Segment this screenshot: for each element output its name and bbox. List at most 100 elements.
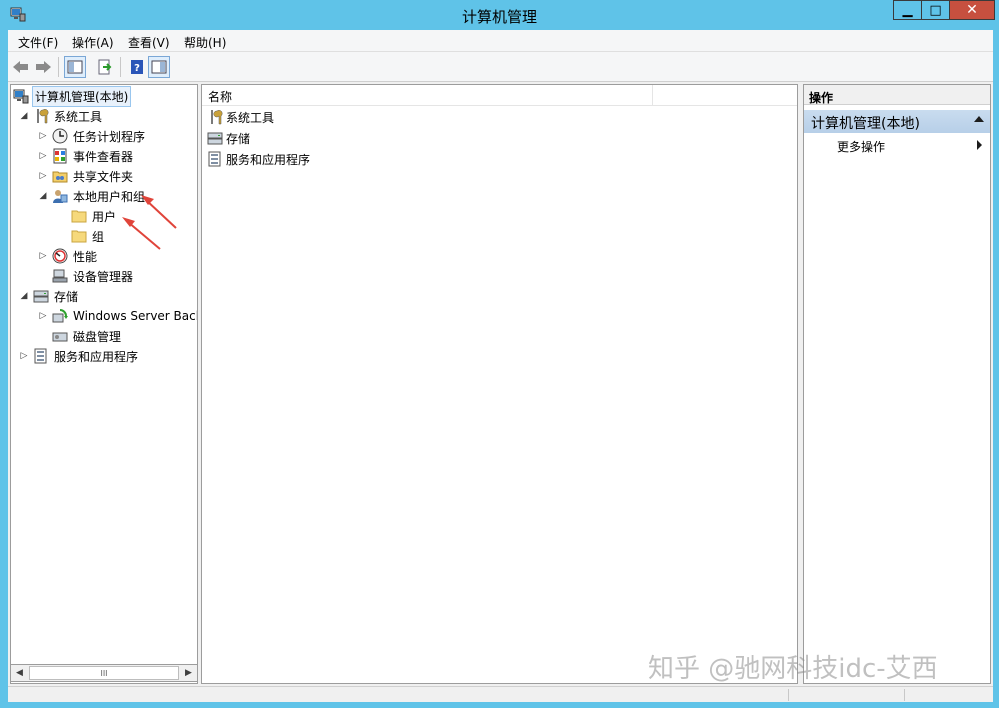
submenu-arrow-icon — [977, 140, 982, 150]
status-segment — [904, 689, 905, 701]
users-icon — [53, 190, 68, 203]
tree-label: 组 — [92, 229, 105, 244]
storage-icon — [33, 290, 49, 303]
help-button[interactable]: ? — [126, 56, 148, 78]
action-pane-header: 操作 — [804, 85, 990, 105]
title-bar[interactable]: 计算机管理 ▁ □ ✕ — [0, 0, 999, 30]
tree-item-groups[interactable]: 组 — [71, 226, 106, 246]
collapsed-arrow-icon[interactable]: ▷ — [38, 151, 48, 161]
toolbar: ? — [8, 52, 993, 82]
menu-bar: 文件(F) 操作(A) 查看(V) 帮助(H) — [8, 30, 993, 52]
toolbar-separator — [58, 57, 59, 77]
scroll-left-button[interactable]: ◀ — [11, 665, 28, 681]
client-area: 文件(F) 操作(A) 查看(V) 帮助(H) ? 计算机管理(本地) ◢ 系统… — [8, 30, 993, 702]
action-section-computer-management[interactable]: 计算机管理(本地) — [804, 110, 990, 133]
tree-item-local-users-groups[interactable]: ◢ 本地用户和组 — [38, 186, 147, 206]
menu-action[interactable]: 操作(A) — [72, 34, 114, 51]
tree-label: Windows Server Back — [73, 309, 198, 323]
minimize-icon: ▁ — [902, 2, 913, 18]
help-icon: ? — [131, 60, 143, 74]
tree-label: 设备管理器 — [73, 269, 134, 284]
tree-label: 本地用户和组 — [73, 189, 146, 204]
tree-item-users[interactable]: 用户 — [71, 206, 118, 226]
status-segment — [788, 689, 789, 701]
list-item[interactable]: 存储 — [207, 128, 250, 148]
forward-icon — [36, 61, 51, 73]
export-button[interactable] — [94, 56, 116, 78]
tree-label: 任务计划程序 — [73, 129, 146, 144]
back-button[interactable] — [10, 56, 32, 78]
backup-icon — [52, 309, 68, 323]
tree-item-system-tools[interactable]: ◢ 系统工具 — [19, 106, 104, 126]
tree-item-windows-server-backup[interactable]: ▷ Windows Server Back — [38, 306, 198, 326]
computer-management-window: 计算机管理 ▁ □ ✕ 文件(F) 操作(A) 查看(V) 帮助(H) ? 计算… — [0, 0, 999, 708]
tree-label: 磁盘管理 — [73, 329, 122, 344]
svg-text:?: ? — [134, 63, 140, 74]
disk-icon — [52, 332, 68, 342]
result-list: 名称 系统工具 存储 服务和应用程序 — [201, 84, 798, 684]
tree-item-performance[interactable]: ▷ 性能 — [38, 246, 99, 266]
collapsed-arrow-icon[interactable]: ▷ — [38, 311, 48, 321]
clock-icon — [52, 128, 68, 144]
window-title: 计算机管理 — [461, 8, 537, 26]
tree-label: 事件查看器 — [73, 149, 134, 164]
collapsed-arrow-icon[interactable]: ▷ — [38, 131, 48, 141]
minimize-button[interactable]: ▁ — [893, 0, 921, 20]
list-item[interactable]: 服务和应用程序 — [207, 149, 310, 169]
expanded-arrow-icon[interactable]: ◢ — [19, 111, 29, 121]
collapse-icon[interactable] — [974, 116, 984, 122]
menu-file[interactable]: 文件(F) — [18, 34, 58, 51]
tree-item-device-manager[interactable]: 设备管理器 — [52, 266, 135, 286]
console-tree-button[interactable] — [64, 56, 86, 78]
tree-item-root[interactable]: 计算机管理(本地) — [13, 85, 132, 107]
tree-label: 系统工具 — [54, 109, 103, 124]
share-icon — [52, 171, 68, 183]
tools-icon — [37, 109, 49, 124]
expanded-arrow-icon[interactable]: ◢ — [19, 291, 29, 301]
menu-help[interactable]: 帮助(H) — [184, 34, 226, 51]
properties-icon — [151, 60, 167, 74]
collapsed-arrow-icon[interactable]: ▷ — [38, 251, 48, 261]
tree-label: 用户 — [92, 209, 117, 224]
maximize-button[interactable]: □ — [921, 0, 949, 20]
tree-item-task-scheduler[interactable]: ▷ 任务计划程序 — [38, 126, 147, 146]
tree-item-services-apps[interactable]: ▷ 服务和应用程序 — [19, 346, 140, 366]
scroll-thumb[interactable]: III — [29, 666, 179, 680]
folder-icon — [71, 210, 87, 223]
list-item[interactable]: 系统工具 — [207, 107, 274, 127]
scroll-right-button[interactable]: ▶ — [180, 665, 197, 681]
collapsed-arrow-icon[interactable]: ▷ — [19, 351, 29, 361]
tree-item-disk-management[interactable]: 磁盘管理 — [52, 326, 123, 346]
list-item-label: 系统工具 — [226, 110, 275, 125]
tree-label: 性能 — [73, 249, 98, 264]
menu-view[interactable]: 查看(V) — [128, 34, 170, 51]
services-icon — [208, 151, 221, 167]
close-button[interactable]: ✕ — [949, 0, 995, 20]
column-header-name[interactable]: 名称 — [202, 85, 653, 105]
maximize-icon: □ — [929, 2, 942, 18]
status-bar — [8, 686, 993, 702]
toolbar-separator — [120, 57, 121, 77]
tools-icon — [211, 110, 223, 125]
folder-icon — [71, 230, 87, 243]
watermark: 知乎 @驰网科技idc-艾西 — [648, 654, 938, 684]
tree-label: 计算机管理(本地) — [32, 85, 132, 107]
tree-label: 共享文件夹 — [73, 169, 134, 184]
tree-item-event-viewer[interactable]: ▷ 事件查看器 — [38, 146, 135, 166]
collapsed-arrow-icon[interactable]: ▷ — [38, 171, 48, 181]
more-actions-item[interactable]: 更多操作 — [837, 138, 885, 155]
properties-button[interactable] — [148, 56, 170, 78]
list-item-label: 服务和应用程序 — [226, 152, 311, 167]
device-icon — [52, 269, 68, 283]
tree-item-shared-folders[interactable]: ▷ 共享文件夹 — [38, 166, 135, 186]
close-icon: ✕ — [966, 2, 978, 18]
console-tree: 计算机管理(本地) ◢ 系统工具 ▷ 任务计划程序 ▷ 事件查看器 ▷ 共享文件… — [10, 84, 198, 684]
expanded-arrow-icon[interactable]: ◢ — [38, 191, 48, 201]
tree-horizontal-scrollbar[interactable]: ◀ III ▶ — [10, 664, 198, 682]
export-icon — [98, 59, 112, 75]
list-header: 名称 — [202, 85, 797, 106]
forward-button[interactable] — [32, 56, 54, 78]
tree-item-storage[interactable]: ◢ 存储 — [19, 286, 80, 306]
list-item-label: 存储 — [226, 131, 251, 146]
back-icon — [13, 61, 28, 73]
